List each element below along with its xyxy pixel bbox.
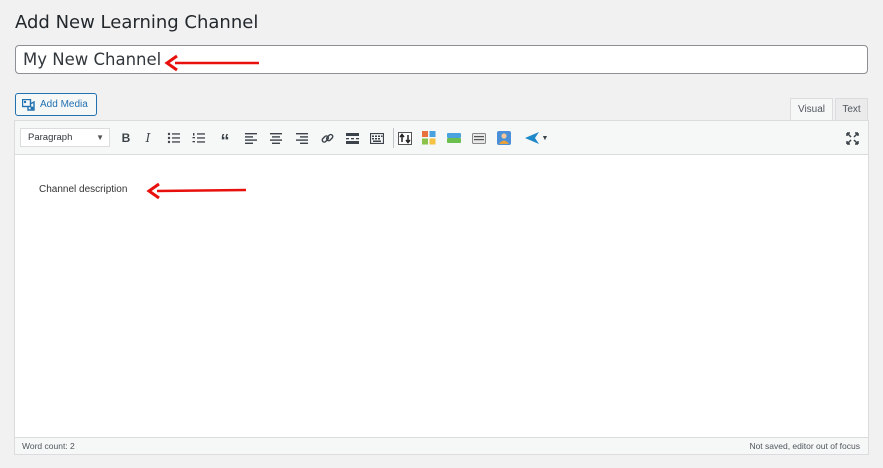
numbered-list-button[interactable] xyxy=(191,130,207,146)
red-arrow-icon xyxy=(146,182,247,200)
align-left-icon xyxy=(245,132,257,144)
save-status: Not saved, editor out of focus xyxy=(749,441,860,451)
send-icon xyxy=(524,132,539,144)
add-media-label: Add Media xyxy=(40,99,88,110)
plugin-send-button[interactable]: ▼ xyxy=(522,130,550,146)
keyboard-icon xyxy=(370,132,384,144)
bulleted-list-button[interactable] xyxy=(166,130,182,146)
divider-icon xyxy=(472,132,486,144)
blockquote-icon: “ xyxy=(220,130,230,151)
button-shortcode-icon xyxy=(447,133,461,143)
align-center-icon xyxy=(270,132,282,144)
page-title: Add New Learning Channel xyxy=(15,12,259,33)
bold-icon: B xyxy=(121,131,131,145)
channel-description-text: Channel description xyxy=(39,184,128,195)
plugin-blocks-button[interactable] xyxy=(421,130,437,146)
editor-toolbar: Paragraph ▼ B I “ ▼ xyxy=(15,121,868,155)
italic-button[interactable]: I xyxy=(140,130,156,146)
format-select[interactable]: Paragraph ▼ xyxy=(20,128,110,147)
editor-content-area[interactable]: Channel description xyxy=(15,154,868,438)
italic-icon: I xyxy=(145,131,151,145)
plugin-button-button[interactable] xyxy=(446,130,462,146)
insert-link-button[interactable] xyxy=(319,130,335,146)
add-media-button[interactable]: Add Media xyxy=(15,93,97,116)
link-icon xyxy=(321,133,333,143)
numbered-list-icon xyxy=(192,133,205,143)
format-select-value: Paragraph xyxy=(28,132,73,143)
align-left-button[interactable] xyxy=(243,130,259,146)
read-more-button[interactable] xyxy=(344,130,360,146)
align-right-icon xyxy=(296,132,308,144)
tab-text[interactable]: Text xyxy=(835,98,868,120)
align-center-button[interactable] xyxy=(268,130,284,146)
user-icon xyxy=(497,131,511,145)
bulleted-list-icon xyxy=(167,132,180,144)
bold-button[interactable]: B xyxy=(118,130,134,146)
toolbar-separator xyxy=(393,128,394,148)
title-input[interactable]: My New Channel xyxy=(15,45,868,74)
blocks-icon xyxy=(422,131,436,145)
plugin-user-button[interactable] xyxy=(496,130,512,146)
editor-status-bar: Word count: 2 Not saved, editor out of f… xyxy=(15,437,868,454)
fullscreen-button[interactable] xyxy=(844,130,860,146)
upload-icon xyxy=(398,131,412,145)
media-icon xyxy=(22,98,35,111)
upload-button[interactable] xyxy=(397,130,413,146)
toolbar-toggle-button[interactable] xyxy=(369,130,385,146)
tab-visual[interactable]: Visual xyxy=(790,98,833,120)
red-arrow-icon xyxy=(164,54,259,72)
title-input-value: My New Channel xyxy=(23,50,162,69)
editor: Paragraph ▼ B I “ ▼ Channel description … xyxy=(14,120,869,455)
word-count: Word count: 2 xyxy=(22,441,75,451)
align-right-button[interactable] xyxy=(294,130,310,146)
blockquote-button[interactable]: “ xyxy=(217,130,233,151)
fullscreen-icon xyxy=(845,131,859,145)
chevron-down-icon: ▼ xyxy=(96,133,104,142)
read-more-icon xyxy=(345,132,359,144)
chevron-down-icon: ▼ xyxy=(541,134,549,142)
plugin-divider-button[interactable] xyxy=(471,130,487,146)
